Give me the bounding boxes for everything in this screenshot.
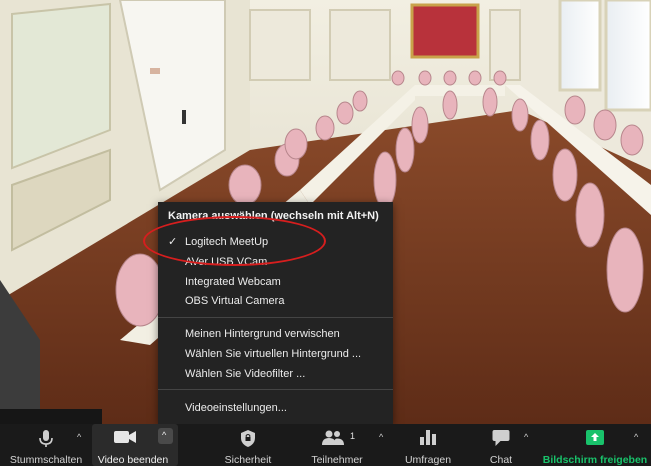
camera-option-label: AVer USB VCam [185,256,268,268]
menu-option-label: Videoeinstellungen... [185,402,287,414]
menu-divider [158,317,393,318]
video-filter-option[interactable]: Wählen Sie Videofilter ... [158,364,393,384]
mute-button[interactable]: Stummschalten [0,424,92,466]
chat-label: Chat [489,454,513,466]
checkmark-icon: ✓ [168,236,178,248]
video-options-caret[interactable]: ^ [158,428,173,444]
share-screen-label: Bildschirm freigeben [542,454,648,466]
chevron-up-icon: ^ [162,430,167,440]
menu-divider [158,389,393,390]
chat-bubble-icon [492,430,510,449]
participants-button[interactable]: 1 Teilnehmer [298,424,376,466]
polls-button[interactable]: Umfragen [390,424,466,466]
mute-label: Stummschalten [9,454,83,466]
shield-icon [241,430,255,450]
camera-option-label: OBS Virtual Camera [185,295,285,307]
meeting-toolbar: Stummschalten ^ Video beenden ^ Sicherhe… [0,424,651,466]
security-button[interactable]: Sicherheit [210,424,286,466]
share-options-caret[interactable]: ^ [634,432,638,442]
zoom-meeting-window: Kamera auswählen (wechseln mit Alt+N) ✓ … [0,0,651,466]
security-label: Sicherheit [224,454,272,466]
chat-button[interactable]: Chat [472,424,530,466]
blur-background-option[interactable]: Meinen Hintergrund verwischen [158,324,393,344]
self-view-strip [0,409,102,424]
menu-option-label: Wählen Sie Videofilter ... [185,368,306,380]
participants-options-caret[interactable]: ^ [379,432,383,442]
camera-option-label: Integrated Webcam [185,276,281,288]
video-settings-option[interactable]: Videoeinstellungen... [158,398,393,418]
camera-option-label: Logitech MeetUp [185,236,269,248]
virtual-background-option[interactable]: Wählen Sie virtuellen Hintergrund ... [158,344,393,364]
participants-label: Teilnehmer [311,454,363,466]
camera-option-logitech-meetup[interactable]: ✓ Logitech MeetUp [158,232,393,252]
camera-option-aver-usb-vcam[interactable]: AVer USB VCam [158,252,393,272]
microphone-icon [39,430,53,451]
camera-select-menu: Kamera auswählen (wechseln mit Alt+N) ✓ … [158,202,393,424]
camera-option-obs-virtual-camera[interactable]: OBS Virtual Camera [158,291,393,311]
chat-options-caret[interactable]: ^ [524,432,528,442]
bar-chart-icon [420,430,436,448]
menu-header: Kamera auswählen (wechseln mit Alt+N) [168,210,379,222]
menu-option-label: Meinen Hintergrund verwischen [185,328,340,340]
people-icon [322,430,344,449]
share-screen-icon [586,430,604,448]
menu-option-label: Wählen Sie virtuellen Hintergrund ... [185,348,362,360]
mute-options-caret[interactable]: ^ [77,432,81,442]
stop-video-label: Video beenden [97,454,169,466]
camera-option-integrated-webcam[interactable]: Integrated Webcam [158,272,393,292]
polls-label: Umfragen [404,454,452,466]
share-screen-button[interactable]: Bildschirm freigeben [540,424,650,466]
video-camera-icon [114,430,136,447]
participants-count: 1 [350,431,356,441]
